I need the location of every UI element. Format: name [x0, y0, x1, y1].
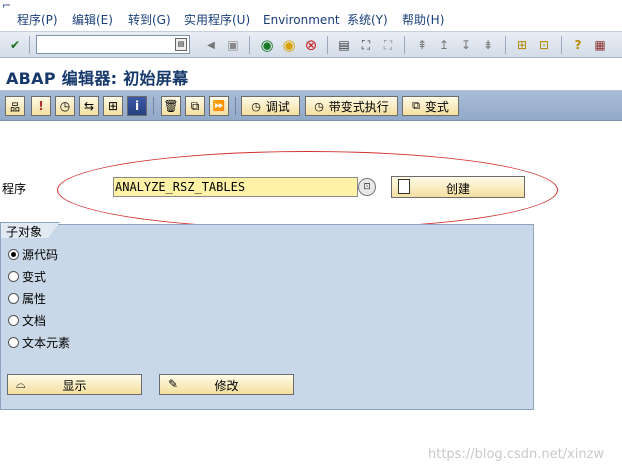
clock-icon: ◷ [59, 99, 71, 113]
page-title: ABAP 编辑器: 初始屏幕 [6, 69, 189, 88]
toolbar-separator [29, 36, 30, 54]
display-button[interactable]: ⌓ 显示 [7, 374, 142, 395]
shortcut-icon[interactable]: ⊡ [535, 36, 553, 54]
radio-source-code[interactable]: 源代码 [8, 246, 58, 262]
display-button-label: 显示 [62, 379, 87, 393]
execute-with-variant-button[interactable]: ◷ 带变式执行 [305, 96, 398, 116]
change-button[interactable]: ✎ 修改 [159, 374, 294, 395]
hierarchy-icon: 品 [10, 102, 20, 114]
application-toolbar: 品 ! ◷ ⇆ ⊞ i 🗑 ⧉ ⏩ ◷ 调试 ◷ 带变式执行 ⧉ 变式 [0, 91, 622, 121]
variants-button[interactable]: ⧉ 变式 [402, 96, 459, 116]
last-page-icon[interactable]: ⇟ [479, 36, 497, 54]
print-icon[interactable]: ▤ [335, 36, 353, 54]
toolbar-separator [327, 36, 328, 54]
radio-label: 属性 [22, 291, 47, 306]
highlight-ellipse [57, 151, 558, 229]
radio-variants[interactable]: 变式 [8, 268, 46, 284]
radio-button[interactable] [8, 314, 19, 326]
toolbar-separator [561, 36, 562, 54]
collapse-icon[interactable]: ◀ [202, 36, 220, 54]
check-button[interactable]: ! [31, 96, 51, 116]
trash-icon: 🗑 [163, 99, 179, 113]
menu-bar: ⌐ 程序(P) 编辑(E) 转到(G) 实用程序(U) Environment … [0, 0, 622, 31]
new-session-icon[interactable]: ⊞ [513, 36, 531, 54]
screen-title-bar: ABAP 编辑器: 初始屏幕 [0, 59, 622, 91]
copy-icon: ⧉ [190, 98, 200, 113]
variants-button-label: 变式 [424, 99, 449, 114]
menu-environment[interactable]: Environment [263, 12, 340, 28]
other-object-button[interactable]: 品 [5, 96, 25, 116]
radio-label: 变式 [22, 269, 47, 284]
radio-label: 源代码 [22, 247, 59, 262]
cancel-icon[interactable]: ⊗ [302, 36, 320, 54]
radio-label: 文档 [22, 313, 47, 328]
help-icon[interactable]: ? [569, 36, 587, 54]
info-icon: i [134, 99, 140, 113]
variant-icon: ⧉ [412, 99, 420, 112]
toolbar-separator [153, 97, 154, 115]
next-page-icon[interactable]: ↧ [457, 36, 475, 54]
command-field[interactable]: ▤ [36, 35, 190, 54]
watermark: https://blog.csdn.net/xinzw [428, 447, 605, 462]
menu-edit[interactable]: 编辑(E) [72, 12, 113, 28]
menu-help[interactable]: 帮助(H) [402, 12, 444, 28]
debug-button-label: 调试 [265, 99, 290, 114]
radio-button[interactable] [8, 270, 19, 282]
radio-text-elements[interactable]: 文本元素 [8, 334, 70, 350]
standard-toolbar: ✔ ▤ ◀ ▣ ◉ ◉ ⊗ ▤ ⛶ ⛶ ⇞ ↥ ↧ ⇟ ⊞ ⊡ ? ▦ [0, 31, 622, 58]
execute-with-variant-label: 带变式执行 [328, 99, 389, 114]
radio-attributes[interactable]: 属性 [8, 290, 46, 306]
layout-icon[interactable]: ▦ [591, 36, 609, 54]
radio-label: 文本元素 [22, 335, 71, 350]
clock-icon: ◷ [314, 99, 324, 113]
object-list-icon: ⊞ [107, 99, 119, 113]
menu-utilities[interactable]: 实用程序(U) [184, 12, 250, 28]
toolbar-separator [249, 36, 250, 54]
delete-button[interactable]: 🗑 [161, 96, 181, 116]
first-page-icon[interactable]: ⇞ [413, 36, 431, 54]
exit-icon[interactable]: ◉ [280, 36, 298, 54]
where-used-button[interactable]: ⇆ [79, 96, 99, 116]
radio-documentation[interactable]: 文档 [8, 312, 46, 328]
save-icon[interactable]: ▣ [224, 36, 242, 54]
debug-button[interactable]: ◷ 调试 [241, 96, 300, 116]
menu-system[interactable]: 系统(Y) [347, 12, 388, 28]
subobjects-title: 子对象 [6, 225, 43, 239]
find-icon[interactable]: ⛶ [357, 36, 375, 54]
toolbar-separator [235, 97, 236, 115]
radio-button[interactable] [8, 292, 19, 304]
exclamation-icon: ! [38, 99, 44, 113]
copy-button[interactable]: ⧉ [185, 96, 205, 116]
program-label: 程序 [2, 182, 27, 196]
rename-icon: ⏩ [212, 100, 226, 112]
system-menu-icon[interactable]: ⌐ [2, 0, 16, 12]
back-icon[interactable]: ◉ [258, 36, 276, 54]
prev-page-icon[interactable]: ↥ [435, 36, 453, 54]
radio-button[interactable] [8, 248, 19, 260]
rename-button[interactable]: ⏩ [209, 96, 229, 116]
toolbar-separator [505, 36, 506, 54]
radio-button[interactable] [8, 336, 19, 348]
object-list-button[interactable]: ⊞ [103, 96, 123, 116]
enter-icon[interactable]: ✔ [6, 36, 24, 54]
info-button[interactable]: i [127, 96, 147, 116]
menu-program[interactable]: 程序(P) [17, 12, 58, 28]
direct-execute-button[interactable]: ◷ [55, 96, 75, 116]
command-history-dropdown-icon[interactable]: ▤ [175, 38, 187, 51]
toolbar-separator [404, 36, 405, 54]
where-used-icon: ⇆ [83, 99, 95, 113]
menu-goto[interactable]: 转到(G) [128, 12, 171, 28]
find-next-icon[interactable]: ⛶ [379, 36, 397, 54]
change-button-label: 修改 [214, 379, 239, 393]
clock-icon: ◷ [251, 99, 261, 113]
